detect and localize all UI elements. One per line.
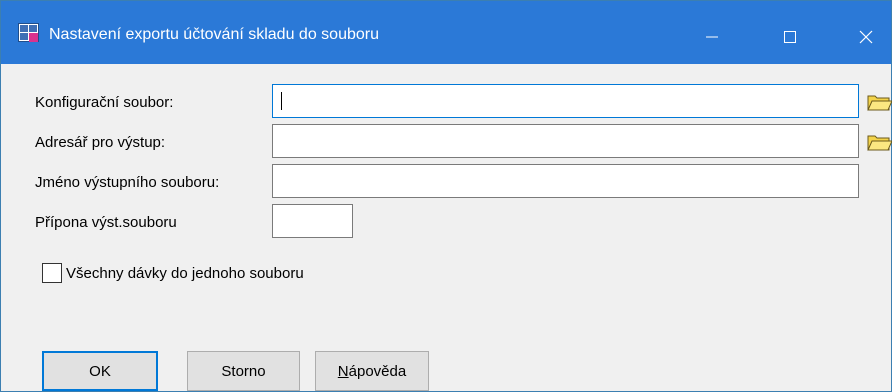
- ok-button[interactable]: OK: [42, 351, 158, 391]
- maximize-button[interactable]: [767, 15, 813, 59]
- single-file-checkbox-label: Všechny dávky do jednoho souboru: [66, 264, 304, 282]
- output-name-label: Jméno výstupního souboru:: [35, 174, 220, 191]
- cancel-button[interactable]: Storno: [187, 351, 300, 391]
- maximize-icon: [784, 31, 796, 43]
- title-bar[interactable]: Nastavení exportu účtování skladu do sou…: [1, 1, 891, 64]
- single-file-checkbox[interactable]: [42, 263, 62, 283]
- help-label-rest: ápověda: [348, 362, 407, 380]
- output-dir-label: Adresář pro výstup:: [35, 134, 166, 151]
- output-dir-input[interactable]: [272, 124, 859, 158]
- text-caret: [281, 92, 282, 110]
- folder-open-icon[interactable]: [865, 88, 892, 116]
- output-name-input[interactable]: [272, 164, 859, 198]
- minimize-icon: [706, 36, 718, 38]
- folder-open-icon[interactable]: [865, 128, 892, 156]
- config-file-label: Konfigurační soubor:: [35, 94, 174, 111]
- close-icon: [859, 30, 873, 44]
- extension-input[interactable]: [272, 204, 353, 238]
- config-file-input[interactable]: [272, 84, 859, 118]
- app-icon: [18, 23, 39, 42]
- extension-label: Přípona výst.souboru: [35, 214, 177, 231]
- help-mnemonic: N: [337, 362, 349, 380]
- window-title: Nastavení exportu účtování skladu do sou…: [49, 26, 379, 43]
- close-button[interactable]: [843, 15, 889, 59]
- minimize-button[interactable]: [689, 15, 735, 59]
- single-file-checkbox-row[interactable]: Všechny dávky do jednoho souboru: [42, 263, 304, 283]
- export-settings-dialog: Nastavení exportu účtování skladu do sou…: [0, 0, 892, 392]
- help-button[interactable]: Nápověda: [315, 351, 429, 391]
